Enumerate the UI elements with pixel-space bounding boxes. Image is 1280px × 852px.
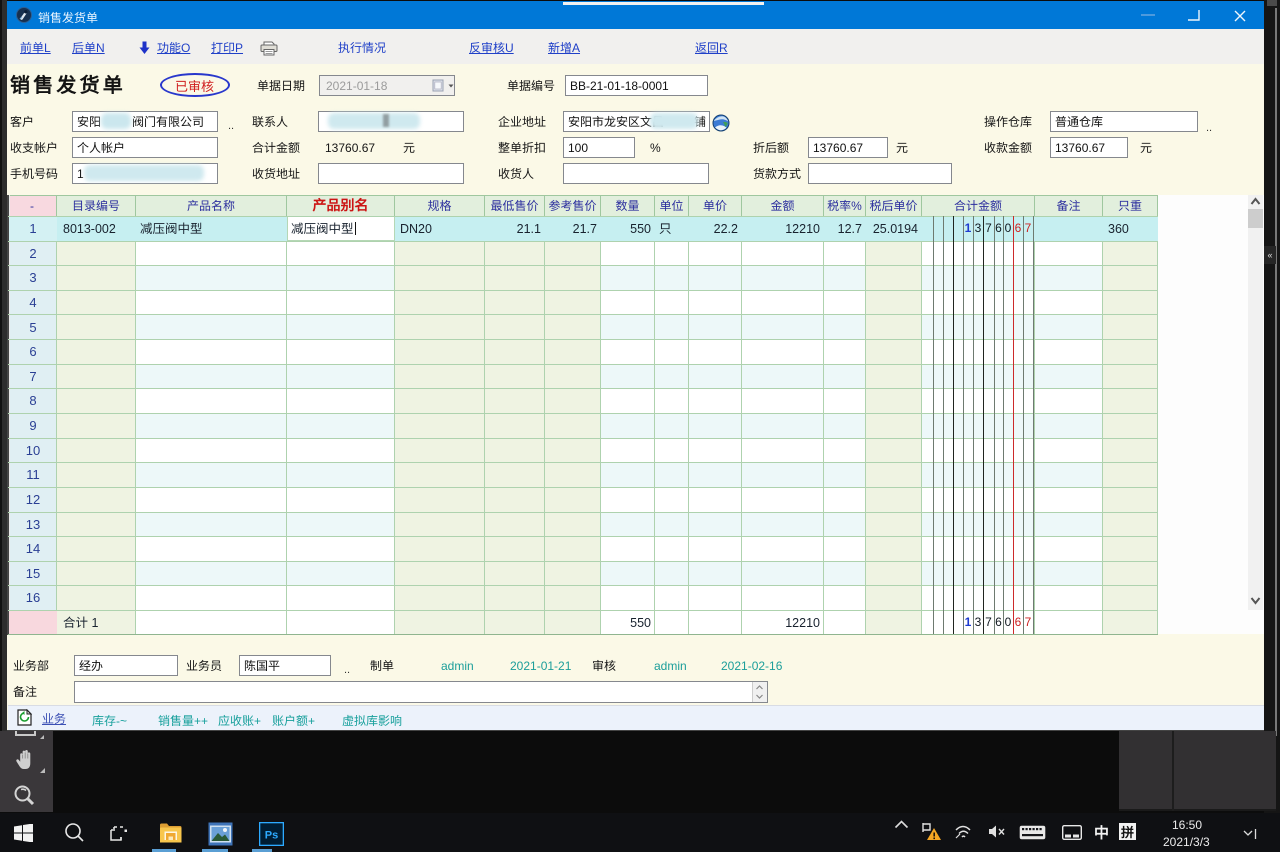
- svg-text:Ps: Ps: [265, 830, 278, 842]
